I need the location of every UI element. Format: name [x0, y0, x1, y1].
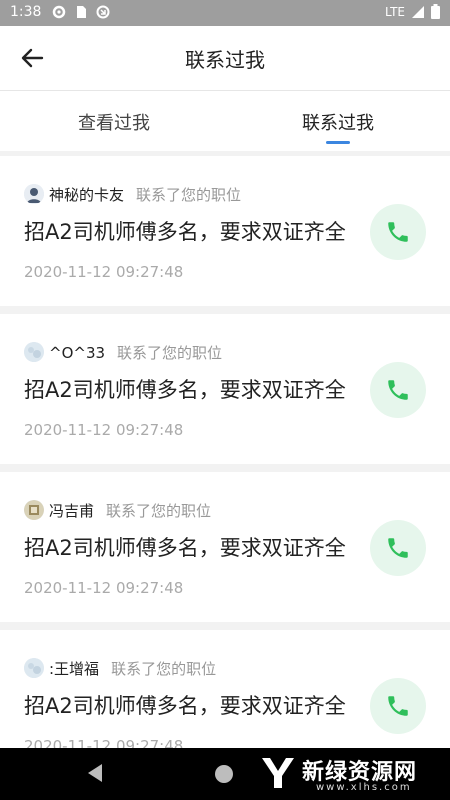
- call-button[interactable]: [370, 678, 426, 734]
- tab-bar: 查看过我 联系过我: [0, 90, 450, 151]
- status-left-icons: [52, 5, 110, 19]
- list-item[interactable]: 冯吉甫 联系了您的职位 招A2司机师傅多名，要求双证齐全 2020-11-12 0…: [0, 472, 450, 622]
- contact-action: 联系了您的职位: [111, 660, 217, 678]
- job-title: 招A2司机师傅多名，要求双证齐全: [24, 694, 346, 718]
- contact-action: 联系了您的职位: [136, 186, 242, 204]
- phone-icon: [388, 696, 408, 716]
- contact-name: 神秘的卡友 联系了您的职位: [49, 184, 241, 205]
- signal-icon: [412, 5, 424, 18]
- network-type: LTE: [385, 4, 405, 19]
- call-button[interactable]: [370, 204, 426, 260]
- contact-name-text: :王增福: [49, 660, 100, 678]
- contact-action: 联系了您的职位: [106, 502, 212, 520]
- gear-icon: [52, 5, 66, 19]
- status-time: 1:38: [10, 4, 42, 20]
- contact-name: 冯吉甫 联系了您的职位: [49, 500, 211, 521]
- avatar: [24, 658, 44, 678]
- job-title: 招A2司机师傅多名，要求双证齐全: [24, 536, 346, 560]
- battery-icon: [431, 4, 440, 19]
- call-button[interactable]: [370, 362, 426, 418]
- contact-name-text: 冯吉甫: [49, 502, 95, 520]
- list-item[interactable]: 神秘的卡友 联系了您的职位 招A2司机师傅多名，要求双证齐全 2020-11-12…: [0, 156, 450, 306]
- status-right-icons: LTE: [385, 4, 440, 19]
- contact-name: :王增福 联系了您的职位: [49, 658, 216, 679]
- contact-time: 2020-11-12 09:27:48: [24, 579, 184, 597]
- status-bar: 1:38 LTE: [0, 0, 450, 26]
- contact-list: 神秘的卡友 联系了您的职位 招A2司机师傅多名，要求双证齐全 2020-11-12…: [0, 156, 450, 788]
- nav-back-icon[interactable]: [86, 763, 104, 783]
- contact-action: 联系了您的职位: [117, 344, 223, 362]
- watermark-subtitle: www.xlhs.com: [316, 782, 412, 793]
- phone-icon: [388, 538, 408, 558]
- avatar: [24, 342, 44, 362]
- navigation-bar: 新绿资源网 www.xlhs.com: [0, 748, 450, 800]
- job-title: 招A2司机师傅多名，要求双证齐全: [24, 378, 346, 402]
- list-item[interactable]: ^O^33 联系了您的职位 招A2司机师傅多名，要求双证齐全 2020-11-12…: [0, 314, 450, 464]
- page-title: 联系过我: [185, 48, 265, 72]
- contact-time: 2020-11-12 09:27:48: [24, 421, 184, 439]
- job-title: 招A2司机师傅多名，要求双证齐全: [24, 220, 346, 244]
- contact-name-text: 神秘的卡友: [49, 186, 125, 204]
- tab-viewed-me[interactable]: 查看过我: [78, 109, 150, 135]
- avatar: [24, 500, 44, 520]
- sync-icon: [96, 5, 110, 19]
- phone-icon: [388, 222, 408, 242]
- contact-name-text: ^O^33: [49, 344, 106, 362]
- call-button[interactable]: [370, 520, 426, 576]
- tab-indicator: [326, 141, 350, 144]
- tab-contacted-me[interactable]: 联系过我: [302, 109, 374, 135]
- sim-icon: [77, 6, 86, 18]
- avatar: [24, 184, 44, 204]
- contact-time: 2020-11-12 09:27:48: [24, 263, 184, 281]
- app-bar: 联系过我: [0, 26, 450, 90]
- contact-name: ^O^33 联系了您的职位: [49, 342, 222, 363]
- phone-icon: [388, 380, 408, 400]
- nav-home-icon[interactable]: [215, 765, 233, 783]
- watermark-logo-icon: [262, 758, 294, 788]
